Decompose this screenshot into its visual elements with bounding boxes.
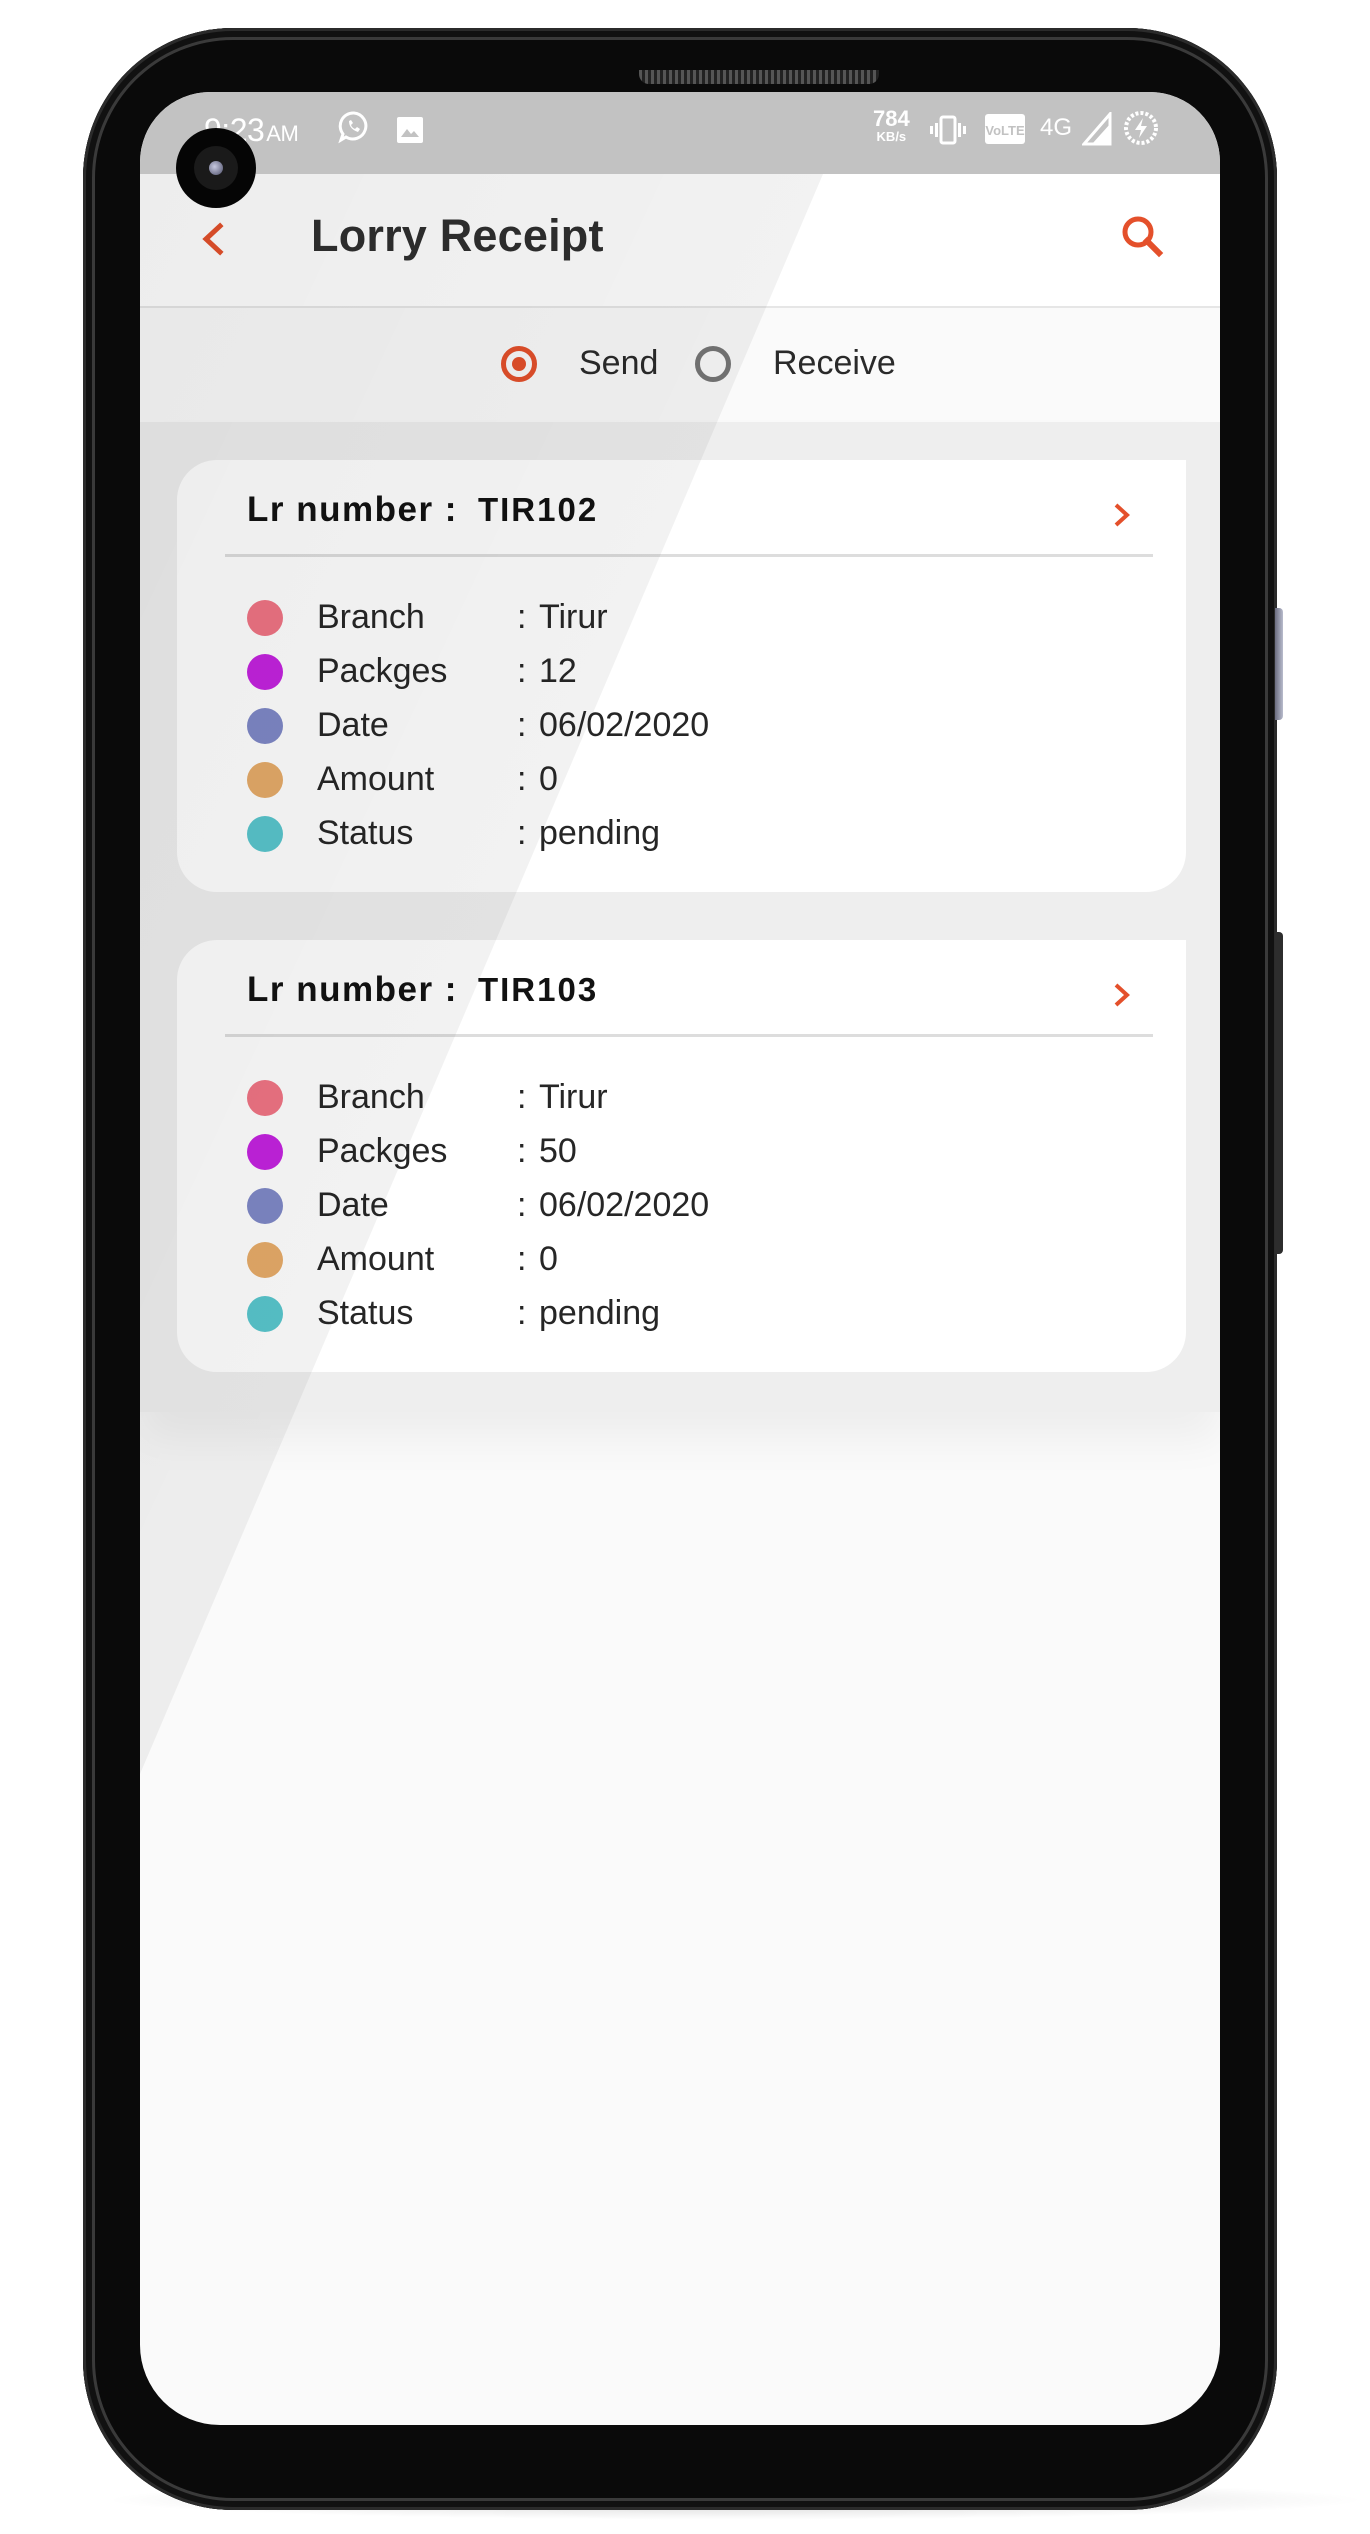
open-receipt-button[interactable]	[1107, 495, 1137, 535]
send-radio-label[interactable]: Send	[579, 344, 658, 383]
amount-dot-icon	[247, 762, 283, 798]
field-row-date: Date : 06/02/2020	[247, 1186, 847, 1226]
vibrate-icon	[930, 115, 966, 145]
volte-icon: VoLTE	[985, 114, 1025, 144]
field-row-packages: Packges : 12	[247, 652, 847, 692]
volte-label: VoLTE	[985, 123, 1025, 138]
chevron-right-icon	[1114, 983, 1130, 1007]
field-separator: :	[517, 760, 527, 798]
power-button	[1275, 932, 1283, 1254]
amount-dot-icon	[247, 1242, 283, 1278]
field-value: pending	[539, 814, 661, 852]
field-label: Date	[317, 1186, 389, 1224]
date-dot-icon	[247, 708, 283, 744]
card-header: Lr number : TIR102	[247, 490, 598, 540]
receipt-list: Lr number : TIR102 Branch : Tirur Packges…	[140, 422, 1220, 1412]
receipt-card[interactable]: Lr number : TIR102 Branch : Tirur Packges…	[177, 460, 1186, 892]
field-row-branch: Branch : Tirur	[247, 598, 847, 638]
field-label: Date	[317, 706, 389, 744]
receive-radio[interactable]	[695, 346, 731, 382]
field-separator: :	[517, 814, 527, 852]
field-value: 12	[539, 652, 577, 690]
field-label: Branch	[317, 1078, 425, 1116]
lr-number-label: Lr number :	[247, 490, 458, 529]
field-row-packages: Packges : 50	[247, 1132, 847, 1172]
status-bar: 9:23AM 784 KB/s VoLTE 4G	[140, 92, 1220, 174]
field-row-status: Status : pending	[247, 814, 847, 854]
lr-number-value: TIR102	[477, 491, 599, 528]
field-label: Packges	[317, 1132, 448, 1170]
network-speed-unit: KB/s	[876, 129, 907, 144]
network-type: 4G	[1040, 114, 1073, 141]
card-header: Lr number : TIR103	[247, 970, 598, 1020]
lr-number-value: TIR103	[477, 971, 599, 1008]
battery-charging-icon	[1124, 111, 1158, 145]
field-value: Tirur	[539, 1078, 608, 1116]
field-value: 50	[539, 1132, 577, 1170]
volume-button	[1275, 608, 1283, 720]
field-row-date: Date : 06/02/2020	[247, 706, 847, 746]
front-camera	[176, 128, 256, 208]
field-value: pending	[539, 1294, 661, 1332]
status-time-ampm: AM	[266, 121, 299, 146]
field-separator: :	[517, 1240, 527, 1278]
field-separator: :	[517, 652, 527, 690]
network-speed: 784 KB/s	[873, 106, 910, 144]
field-value: 0	[539, 1240, 558, 1278]
field-label: Status	[317, 814, 414, 852]
network-speed-value: 784	[873, 106, 910, 131]
field-value: 06/02/2020	[539, 1186, 710, 1224]
receipt-card[interactable]: Lr number : TIR103 Branch : Tirur Packges…	[177, 940, 1186, 1372]
back-button[interactable]	[190, 214, 240, 264]
field-value: 06/02/2020	[539, 706, 710, 744]
status-dot-icon	[247, 816, 283, 852]
receive-radio-label[interactable]: Receive	[773, 344, 896, 383]
card-divider	[225, 554, 1153, 557]
field-separator: :	[517, 1294, 527, 1332]
earpiece-speaker	[639, 70, 879, 84]
field-row-status: Status : pending	[247, 1294, 847, 1334]
send-radio[interactable]	[501, 346, 537, 382]
signal-icon	[1082, 112, 1112, 146]
field-row-branch: Branch : Tirur	[247, 1078, 847, 1118]
search-button[interactable]	[1112, 208, 1172, 268]
field-separator: :	[517, 1186, 527, 1224]
whatsapp-icon	[338, 111, 368, 144]
search-icon	[1122, 216, 1164, 258]
field-separator: :	[517, 1078, 527, 1116]
field-row-amount: Amount : 0	[247, 760, 847, 800]
field-row-amount: Amount : 0	[247, 1240, 847, 1280]
field-separator: :	[517, 598, 527, 636]
app-screen: 9:23AM 784 KB/s VoLTE 4G Lorry Receipt S…	[140, 92, 1220, 2425]
open-receipt-button[interactable]	[1107, 975, 1137, 1015]
lr-number-label: Lr number :	[247, 970, 458, 1009]
field-separator: :	[517, 706, 527, 744]
image-icon	[397, 117, 423, 143]
chevron-right-icon	[1114, 503, 1130, 527]
app-bar: Lorry Receipt	[140, 174, 1220, 308]
field-label: Amount	[317, 1240, 435, 1278]
branch-dot-icon	[247, 1080, 283, 1116]
packages-dot-icon	[247, 1134, 283, 1170]
branch-dot-icon	[247, 600, 283, 636]
status-dot-icon	[247, 1296, 283, 1332]
field-label: Amount	[317, 760, 435, 798]
date-dot-icon	[247, 1188, 283, 1224]
packages-dot-icon	[247, 654, 283, 690]
field-separator: :	[517, 1132, 527, 1170]
card-divider	[225, 1034, 1153, 1037]
field-value: 0	[539, 760, 558, 798]
field-label: Status	[317, 1294, 414, 1332]
send-receive-selector: Send Receive	[140, 342, 1220, 392]
field-label: Packges	[317, 652, 448, 690]
field-value: Tirur	[539, 598, 608, 636]
field-label: Branch	[317, 598, 425, 636]
chevron-left-icon	[202, 222, 224, 256]
page-title: Lorry Receipt	[311, 210, 604, 261]
